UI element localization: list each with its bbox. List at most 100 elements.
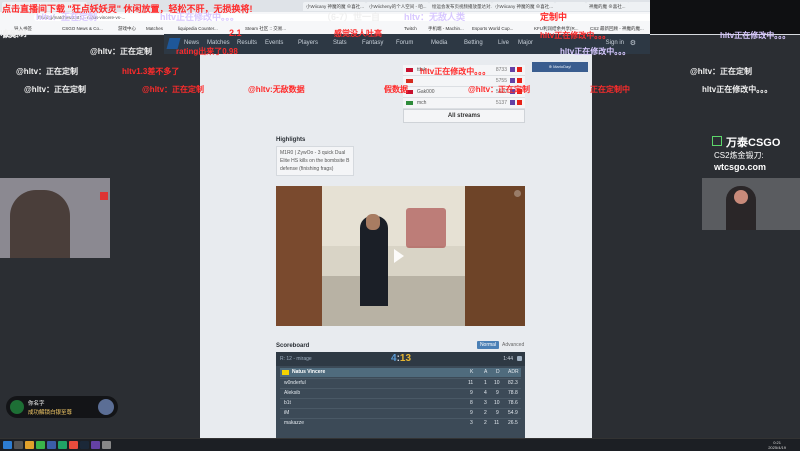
player-assists: 1 — [484, 380, 487, 386]
player-assists: 2 — [484, 420, 487, 426]
danmaku-comment: hltv正在修改中。。。 — [560, 47, 631, 56]
user-avatar — [10, 400, 24, 414]
twitch-icon[interactable] — [510, 100, 515, 105]
bookmark-item[interactable]: Matches — [146, 25, 163, 32]
sponsor-url: wtcsgo.com — [714, 162, 767, 172]
stream-name: Gak000 — [417, 89, 435, 95]
video-menu-icon[interactable] — [514, 190, 521, 197]
flag-icon — [406, 68, 413, 72]
nav-events[interactable]: Events — [265, 40, 283, 46]
player-deaths: 9 — [496, 390, 499, 396]
player-name[interactable]: iM — [284, 410, 289, 416]
video-frame-left — [276, 186, 322, 326]
danmaku-comment: @hltv：正在定制 — [24, 85, 87, 94]
player-row: Aleksib 9 4 9 78.8 — [280, 388, 521, 398]
bookmark-item[interactable]: 游戏中心 — [118, 25, 136, 32]
video-frame-right — [465, 186, 525, 326]
team-name: Natus Vincere — [292, 369, 326, 375]
bookmark-item[interactable]: Steam 社区 :: 交易... — [245, 25, 286, 32]
app-icon[interactable] — [102, 441, 111, 449]
bookmark-item[interactable]: Twitch — [404, 25, 417, 32]
player-row: b1t 8 3 10 78.6 — [280, 398, 521, 408]
bookmark-item[interactable]: liquipedia Counter... — [178, 25, 218, 32]
explorer-icon[interactable] — [25, 441, 34, 449]
guest-face — [734, 190, 748, 204]
viewer-count: 8733 — [495, 67, 507, 73]
sidebar-ad[interactable]: ⊕ MarioDay! — [532, 62, 588, 72]
achievement-notification: 你名字 成功解锁白银至尊 — [6, 396, 118, 418]
stream-row[interactable]: mch 5137 — [403, 98, 525, 109]
player-deaths: 11 — [494, 420, 500, 426]
team-header-row: Natus Vincere K A D ADR — [280, 368, 521, 377]
round-timer: 1:44 — [503, 356, 513, 362]
youtube-icon[interactable] — [517, 100, 522, 105]
player-adr: 78.8 — [508, 390, 518, 396]
chrome-icon[interactable] — [36, 441, 45, 449]
nav-live[interactable]: Live — [498, 40, 509, 46]
notification-user: 你名字 — [28, 401, 45, 407]
danmaku-comment: hltv正在修改中。。。 — [702, 85, 773, 94]
bookmark-item[interactable]: Esports World Cup... — [472, 25, 513, 32]
youtube-icon[interactable] — [517, 78, 522, 83]
bookmark-item[interactable]: CSGO News & Co... — [62, 25, 103, 32]
gear-icon[interactable]: ⚙ — [630, 39, 636, 47]
highlights-title: Highlights — [276, 137, 306, 143]
nav-betting[interactable]: Betting — [464, 40, 483, 46]
player-name[interactable]: b1t — [284, 400, 291, 406]
nav-media[interactable]: Media — [431, 40, 447, 46]
player-kills: 9 — [470, 390, 473, 396]
danmaku-comment: hltv：正在定制 — [36, 12, 98, 22]
player-kills: 8 — [470, 400, 473, 406]
clock-date: 2025/4/19 — [768, 445, 786, 450]
nav-forum[interactable]: Forum — [396, 40, 413, 46]
nav-results[interactable]: Results — [237, 40, 257, 46]
highlight-video-player[interactable] — [276, 186, 525, 326]
player-deaths: 9 — [496, 410, 499, 416]
stream-corner-panel — [650, 0, 800, 34]
twitch-icon[interactable] — [510, 78, 515, 83]
all-streams-button[interactable]: All streams — [403, 109, 525, 123]
nav-fantasy[interactable]: Fantasy — [362, 40, 383, 46]
app-icon[interactable] — [47, 441, 56, 449]
nav-major[interactable]: Major — [518, 40, 533, 46]
app-icon[interactable] — [91, 441, 100, 449]
nav-players[interactable]: Players — [298, 40, 318, 46]
player-deaths: 10 — [494, 380, 500, 386]
app-icon[interactable] — [69, 441, 78, 449]
player-name[interactable]: w0nderful — [284, 380, 306, 386]
highlight-card[interactable]: M1R0 | ZywOo - 3 quick Dual Elite HS kil… — [276, 146, 354, 176]
danmaku-comment: @hltv：正在定制 — [16, 67, 79, 76]
danmaku-comment: 假数据 — [384, 85, 408, 94]
danmaku-comment: hltv正在修改中。。。 — [540, 31, 611, 40]
webcam-right — [702, 178, 800, 230]
start-icon[interactable] — [3, 441, 12, 449]
player-adr: 78.6 — [508, 400, 518, 406]
scoreboard: R: 12 - mirage 4:13 1:44 Natus Vincere K… — [276, 352, 525, 450]
normal-view-button[interactable]: Normal — [477, 341, 499, 349]
danmaku-comment: 感觉没人吐高 — [334, 29, 382, 38]
browser-tab[interactable] — [628, 2, 651, 11]
sponsor-tagline: CS2炼金锻刀: — [714, 151, 764, 160]
browser-tab[interactable]: 神魔的魔 ⊕喜社... — [586, 2, 629, 11]
bookmark-item[interactable]: 手机端 - Machin... — [428, 25, 464, 32]
streamer-silhouette — [10, 190, 70, 258]
app-icon[interactable] — [58, 441, 67, 449]
taskbar-clock[interactable]: 0:21 2025/4/19 — [768, 440, 786, 450]
player-name[interactable]: Aleksib — [284, 390, 300, 396]
player-assists: 2 — [484, 410, 487, 416]
youtube-icon[interactable] — [517, 67, 522, 72]
twitch-icon[interactable] — [510, 67, 515, 72]
danmaku-comment: 定制中 — [540, 12, 568, 22]
nav-stats[interactable]: Stats — [333, 40, 347, 46]
player-name[interactable]: makazze — [284, 420, 304, 426]
search-icon[interactable] — [14, 441, 23, 449]
scoreboard-title: Scoreboard — [276, 343, 310, 349]
col-assists: A — [484, 369, 488, 375]
player-deaths: 10 — [494, 400, 500, 406]
rank-badge-icon — [98, 399, 114, 415]
advanced-view-button[interactable]: Advanced — [502, 341, 524, 349]
play-icon[interactable] — [394, 249, 404, 263]
player-assists: 4 — [484, 390, 487, 396]
steam-icon[interactable] — [80, 441, 89, 449]
sponsor-logo-icon — [712, 136, 722, 146]
